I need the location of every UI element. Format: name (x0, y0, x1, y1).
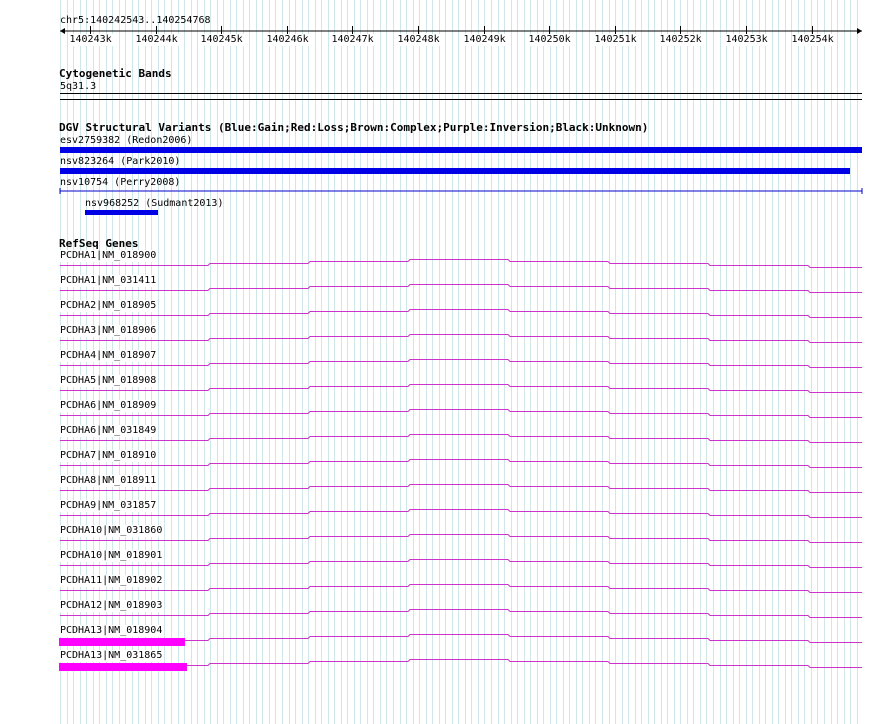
coordinates-label: chr5:140242543..140254768 (60, 15, 211, 26)
gene-label: PCDHA7|NM_018910 (60, 450, 158, 462)
gene-label: PCDHA6|NM_018909 (60, 400, 158, 412)
gene-label: PCDHA12|NM_018903 (60, 600, 164, 612)
gene-label: PCDHA8|NM_018911 (60, 475, 158, 487)
gene-label: PCDHA5|NM_018908 (60, 375, 158, 387)
ruler-tick-label: 140246k (266, 34, 310, 46)
ruler-tick-label: 140250k (528, 34, 572, 46)
gene-exon-highlight[interactable] (59, 663, 187, 671)
gene-label: PCDHA11|NM_018902 (60, 575, 164, 587)
variant-label: esv2759382 (Redon2006) (60, 135, 193, 146)
refseq-track-title: RefSeq Genes (59, 237, 139, 250)
gene-label: PCDHA4|NM_018907 (60, 350, 158, 362)
cytoband-line-bottom (60, 99, 862, 100)
ruler-tick-label: 140247k (331, 34, 375, 46)
ruler-tick-label: 140253k (725, 34, 769, 46)
ruler-tick-label: 140248k (397, 34, 441, 46)
ruler-tick-label: 140251k (594, 34, 638, 46)
gene-label: PCDHA6|NM_031849 (60, 425, 158, 437)
gene-label: PCDHA1|NM_031411 (60, 275, 158, 287)
cytoband-label: 5q31.3 (60, 81, 97, 92)
cytoband-line-top (60, 93, 862, 94)
ruler-tick-label: 140244k (135, 34, 179, 46)
gene-label: PCDHA3|NM_018906 (60, 325, 158, 337)
variant-bar[interactable] (60, 168, 850, 174)
variant-label: nsv968252 (Sudmant2013) (85, 198, 224, 209)
gene-label: PCDHA10|NM_018901 (60, 550, 164, 562)
ruler-tick-label: 140252k (659, 34, 703, 46)
gene-label: PCDHA2|NM_018905 (60, 300, 158, 312)
gene-exon-highlight[interactable] (59, 638, 185, 646)
variant-bar[interactable] (60, 147, 862, 153)
ruler-tick-label: 140245k (200, 34, 244, 46)
gene-label: PCDHA9|NM_031857 (60, 500, 158, 512)
dgv-track-title: DGV Structural Variants (Blue:Gain;Red:L… (59, 121, 649, 134)
cytoband-track-title: Cytogenetic Bands (59, 67, 172, 80)
ruler-tick-label: 140243k (69, 34, 113, 46)
ruler-tick-label: 140249k (463, 34, 507, 46)
gene-label: PCDHA10|NM_031860 (60, 525, 164, 537)
gene-label: PCDHA13|NM_031865 (60, 650, 164, 662)
ruler-tick-label: 140254k (791, 34, 835, 46)
gene-label: PCDHA13|NM_018904 (60, 625, 164, 637)
ruler[interactable] (0, 0, 890, 60)
variant-bar[interactable] (85, 210, 158, 215)
gene-label: PCDHA1|NM_018900 (60, 250, 158, 262)
variant-label: nsv823264 (Park2010) (60, 156, 181, 167)
variant-bar[interactable] (58, 186, 864, 196)
